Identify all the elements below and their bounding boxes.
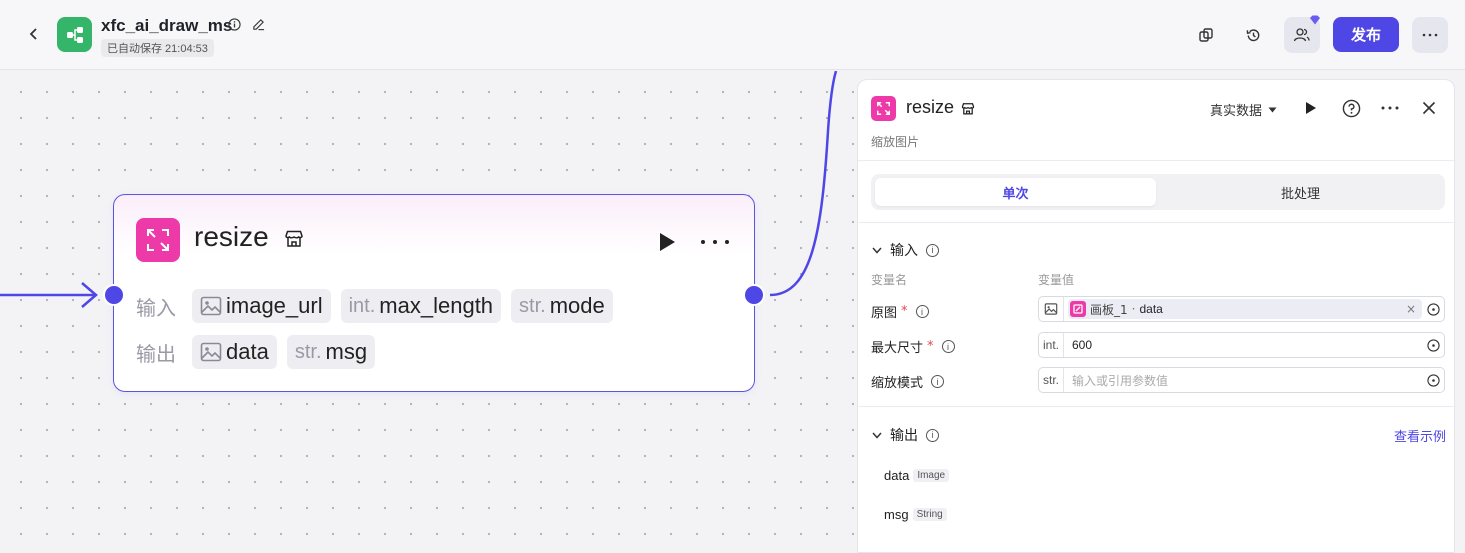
field-label-max-size: 最大尺寸 * i	[871, 337, 955, 356]
app-title: xfc_ai_draw_ms	[101, 16, 233, 35]
node-config-panel: resize 缩放图片 真实数据 单次 批处理 输入 i 变量名 变量值 原图 *…	[857, 79, 1456, 553]
edit-icon[interactable]	[250, 16, 266, 32]
param-chip: str. mode	[511, 289, 613, 323]
output-item: msg String	[884, 507, 947, 522]
autosave-status: 已自动保存 21:04:53	[101, 39, 214, 57]
panel-title: resize	[906, 97, 955, 117]
outputs-label: 输出	[136, 343, 176, 366]
node-title: resize	[194, 221, 269, 252]
chevron-left-icon[interactable]	[22, 22, 46, 46]
clear-icon[interactable]: ×	[1406, 302, 1416, 316]
param-chip: image_url	[192, 289, 331, 323]
divider	[858, 160, 1456, 161]
more-options-icon[interactable]	[1412, 17, 1448, 53]
data-mode-select[interactable]: 真实数据	[1210, 100, 1277, 119]
type-prefix: int.	[1039, 333, 1064, 357]
info-icon[interactable]	[226, 16, 242, 32]
param-chip: data	[192, 335, 277, 369]
reference-picker-icon[interactable]	[1422, 338, 1444, 352]
info-icon[interactable]: i	[941, 340, 955, 353]
variable-reference-chip[interactable]: 画板_1 · data ×	[1068, 299, 1422, 319]
panel-subtitle: 缩放图片	[871, 135, 920, 149]
more-options-icon[interactable]	[1377, 95, 1403, 121]
node-outputs-row: 输出 data str. msg	[136, 335, 376, 369]
chevron-down-icon	[872, 247, 882, 254]
param-chip: str. msg	[286, 335, 376, 369]
premium-badge-icon	[1310, 15, 1320, 25]
image-type-icon	[1039, 297, 1064, 321]
divider	[858, 222, 1456, 223]
image-type-icon	[200, 342, 222, 362]
info-icon[interactable]: i	[926, 243, 939, 257]
divider	[858, 406, 1456, 407]
type-tag: String	[912, 508, 947, 521]
tab-single[interactable]: 单次	[875, 178, 1156, 206]
param-chip: int. max_length	[340, 289, 502, 323]
field-label-resize-mode: 缩放模式 i	[871, 372, 945, 391]
max-size-value[interactable]: 600	[1064, 338, 1422, 352]
node-inputs-row: 输入 image_url int. max_length str. mode	[136, 289, 613, 323]
column-header-value: 变量值	[1038, 273, 1075, 287]
info-icon[interactable]: i	[931, 375, 945, 388]
publish-button[interactable]: 发布	[1333, 17, 1399, 52]
input-port[interactable]	[103, 284, 125, 306]
info-icon[interactable]: i	[915, 305, 929, 318]
history-icon[interactable]	[1235, 17, 1271, 53]
close-icon[interactable]	[1416, 95, 1442, 121]
input-section-title: 输入	[890, 243, 918, 259]
store-icon	[961, 101, 975, 115]
output-item: data Image	[884, 468, 950, 483]
run-icon[interactable]	[654, 230, 678, 254]
type-prefix: str.	[1039, 368, 1064, 392]
field-label-original: 原图 * i	[871, 302, 929, 321]
reference-picker-icon[interactable]	[1422, 302, 1444, 316]
workflow-canvas[interactable]: resize 输入 image_url int. max_length str.…	[0, 71, 856, 553]
view-example-link[interactable]: 查看示例	[1394, 426, 1446, 445]
required-mark: *	[927, 339, 934, 354]
resize-mode-field[interactable]: str. 输入或引用参数值	[1038, 367, 1445, 393]
original-image-field[interactable]: 画板_1 · data ×	[1038, 296, 1445, 322]
resize-icon	[136, 218, 180, 262]
reference-picker-icon[interactable]	[1422, 373, 1444, 387]
top-bar: xfc_ai_draw_ms 已自动保存 21:04:53 发布	[0, 0, 1465, 70]
resize-icon	[871, 96, 896, 121]
output-section-header[interactable]: 输出 i	[872, 425, 939, 445]
more-options-icon[interactable]	[700, 230, 732, 254]
resize-mode-input[interactable]: 输入或引用参数值	[1064, 372, 1422, 389]
copy-icon[interactable]	[1188, 17, 1224, 53]
output-port[interactable]	[743, 284, 765, 306]
tab-batch[interactable]: 批处理	[1160, 178, 1441, 206]
image-type-icon	[200, 296, 222, 316]
column-header-name: 变量名	[871, 273, 908, 287]
input-section-header[interactable]: 输入 i	[872, 240, 939, 260]
workflow-icon	[57, 17, 92, 52]
chevron-down-icon	[872, 432, 882, 439]
max-size-field[interactable]: int. 600	[1038, 332, 1445, 358]
required-mark: *	[901, 304, 908, 319]
inputs-label: 输入	[136, 297, 176, 320]
info-icon[interactable]: i	[926, 428, 939, 442]
caret-down-icon	[1268, 107, 1277, 112]
run-mode-tabs: 单次 批处理	[871, 174, 1445, 210]
help-icon[interactable]	[1338, 95, 1364, 121]
run-icon[interactable]	[1297, 95, 1323, 121]
resize-node[interactable]: resize 输入 image_url int. max_length str.…	[113, 194, 755, 392]
type-tag: Image	[913, 469, 950, 482]
canvas-node-icon	[1070, 301, 1086, 317]
output-section-title: 输出	[890, 428, 918, 444]
store-icon	[284, 229, 304, 249]
